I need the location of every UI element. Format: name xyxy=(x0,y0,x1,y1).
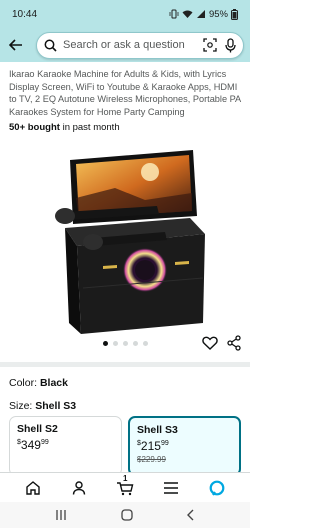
search-icon xyxy=(44,39,57,52)
home-icon xyxy=(26,480,40,495)
price-whole: 215 xyxy=(140,439,161,453)
size-option-name: Shell S3 xyxy=(137,424,178,436)
carousel-dot[interactable] xyxy=(142,341,148,346)
size-option-name: Shell S2 xyxy=(17,423,58,435)
back-button[interactable] xyxy=(6,35,26,55)
status-bar: 10:44 95% xyxy=(0,0,250,28)
menu-icon xyxy=(164,481,178,494)
color-label: Color: xyxy=(9,377,38,389)
carousel-dot[interactable] xyxy=(102,341,108,346)
recent-apps-icon[interactable] xyxy=(54,509,68,521)
alexa-icon xyxy=(209,480,225,496)
bought-count: 50+ bought in past month xyxy=(9,122,120,133)
size-value: Shell S3 xyxy=(35,400,77,412)
search-box[interactable] xyxy=(36,31,244,59)
bought-count-rest: in past month xyxy=(59,122,120,133)
product-title[interactable]: Ikarao Karaoke Machine for Adults & Kids… xyxy=(9,69,241,117)
search-input[interactable] xyxy=(63,39,203,51)
signal-icon xyxy=(196,10,205,18)
status-time: 10:44 xyxy=(12,8,38,20)
account-icon xyxy=(72,480,86,495)
nav-menu[interactable] xyxy=(160,477,182,499)
heart-icon xyxy=(202,336,218,350)
bought-count-bold: 50+ bought xyxy=(9,122,60,133)
status-icons: 95% xyxy=(169,8,238,20)
size-option-shell-s2[interactable]: Shell S2 $349 99 xyxy=(9,416,122,476)
wifi-icon xyxy=(182,10,193,18)
microphone-icon[interactable] xyxy=(225,37,236,53)
size-option-price: $349 99 xyxy=(17,438,114,452)
battery-icon xyxy=(231,8,238,20)
nav-cart[interactable]: 1 xyxy=(114,473,136,499)
battery-percent: 95% xyxy=(208,8,228,20)
bottom-navigation: 1 xyxy=(0,472,250,502)
product-title-area: Ikarao Karaoke Machine for Adults & Kids… xyxy=(9,68,245,118)
product-image[interactable] xyxy=(25,138,225,338)
share-icon xyxy=(227,335,241,351)
vibrate-icon xyxy=(169,9,179,19)
size-option-price: $215 99 xyxy=(137,439,232,453)
size-option-shell-s3[interactable]: Shell S3 $215 99 $229.99 xyxy=(128,416,241,476)
price-whole: 349 xyxy=(20,438,41,452)
system-navigation xyxy=(0,502,250,528)
save-to-list-button[interactable] xyxy=(202,335,218,351)
color-value: Black xyxy=(39,377,68,389)
list-price: $229.99 xyxy=(137,455,166,464)
back-arrow-icon xyxy=(9,39,22,51)
size-label: Size: xyxy=(9,400,33,412)
share-button[interactable] xyxy=(226,335,242,351)
price-cents: 99 xyxy=(40,439,49,446)
size-selection: Size: Shell S3 xyxy=(9,400,76,412)
nav-home[interactable] xyxy=(22,477,44,499)
camera-icon[interactable] xyxy=(203,38,217,52)
nav-account[interactable] xyxy=(68,477,90,499)
carousel-dot[interactable] xyxy=(122,341,128,346)
karaoke-machine-illustration xyxy=(55,150,205,334)
home-circle-icon[interactable] xyxy=(120,508,134,522)
back-chevron-icon[interactable] xyxy=(186,509,196,521)
section-divider xyxy=(0,362,250,367)
carousel-dot[interactable] xyxy=(112,341,118,346)
color-selection: Color: Black xyxy=(9,377,68,389)
nav-alexa[interactable] xyxy=(206,477,228,499)
carousel-dot[interactable] xyxy=(132,341,138,346)
price-cents: 99 xyxy=(160,440,169,447)
cart-count: 1 xyxy=(123,473,128,483)
search-header xyxy=(0,28,250,62)
